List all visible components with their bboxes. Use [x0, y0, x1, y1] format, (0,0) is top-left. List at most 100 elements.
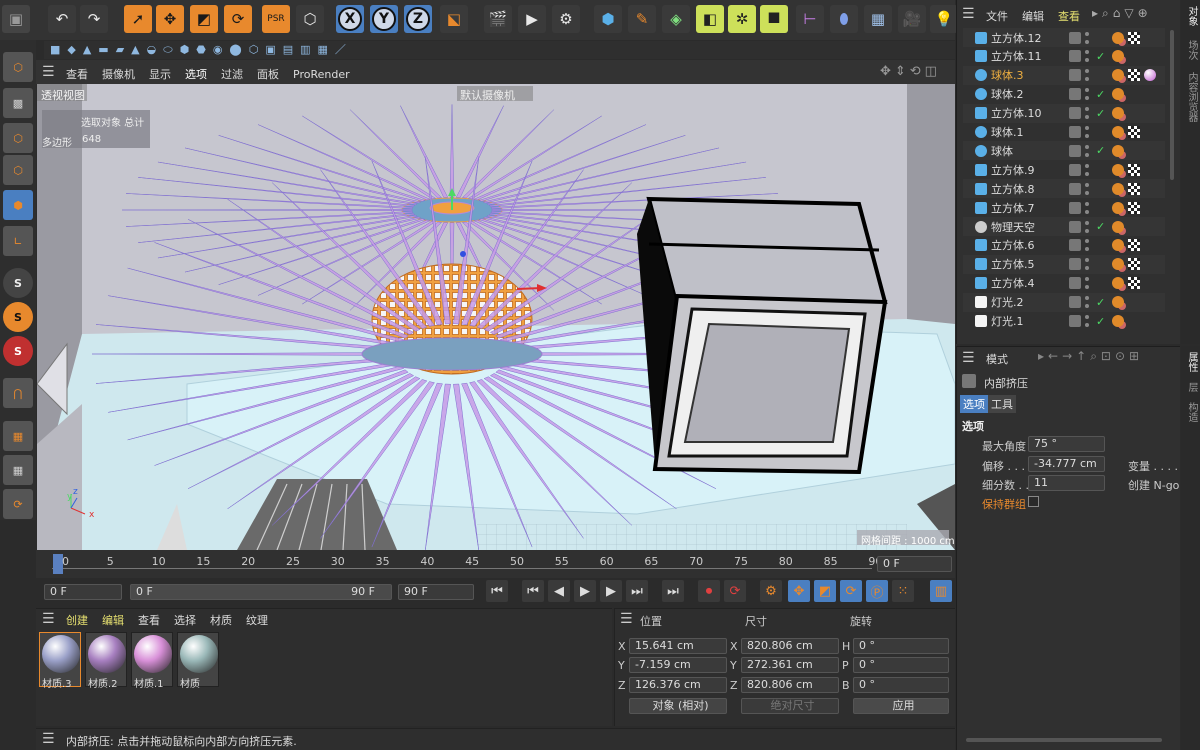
side-tab-objects[interactable]: 对象 [1184, 6, 1199, 26]
menu-panel[interactable]: 面板 [257, 68, 279, 81]
visibility-dots[interactable] [1085, 277, 1090, 290]
edge-mode-button[interactable]: ⬡ [3, 155, 33, 185]
texture-tag-icon[interactable] [1128, 182, 1140, 195]
key-pla-button[interactable]: ⁙ [892, 580, 914, 602]
render-view-button[interactable]: 🎬 [484, 5, 512, 33]
enabled-check-icon[interactable]: ✓ [1096, 31, 1108, 44]
key-scale-button[interactable]: ◩ [814, 580, 836, 602]
material-swatch[interactable]: 材质.3 [39, 632, 81, 690]
menu-filter[interactable]: 过滤 [221, 68, 243, 81]
mat-menu-create[interactable]: 创建 [66, 614, 88, 627]
render-settings-button[interactable]: ⚙ [552, 5, 580, 33]
obj-menu-view[interactable]: 查看 [1058, 10, 1080, 23]
enabled-check-icon[interactable]: ✓ [1096, 258, 1108, 271]
axis-lock-y-button[interactable]: Y [370, 5, 398, 33]
subdivision-button[interactable]: ◈ [662, 5, 690, 33]
polygon-mode-button[interactable]: ⬢ [3, 190, 33, 220]
camera-button[interactable]: 🎥 [898, 5, 926, 33]
phong-tag-icon[interactable] [1112, 239, 1124, 252]
object-row[interactable]: 球体 ✓ [963, 141, 1165, 161]
goto-start-button[interactable]: ⏮ [486, 580, 508, 602]
object-row[interactable]: 球体.3 ✓ [963, 65, 1165, 85]
material-swatch[interactable]: 材质.1 [131, 632, 173, 690]
layer-icon[interactable] [1069, 69, 1081, 82]
object-row[interactable]: 立方体.8 ✓ [963, 179, 1165, 199]
object-row[interactable]: 灯光.1 ✓ [963, 312, 1165, 331]
model-mode-button[interactable]: ⬡ [3, 52, 33, 82]
obj-menu-edit[interactable]: 编辑 [1022, 10, 1044, 23]
layer-icon[interactable] [1069, 126, 1081, 138]
move-tool-button[interactable]: ✥ [156, 5, 184, 33]
coord-system-button[interactable]: ⬕ [440, 5, 468, 33]
mat-menu-edit[interactable]: 编辑 [102, 614, 124, 627]
phong-tag-icon[interactable] [1112, 126, 1124, 138]
layer-icon[interactable] [1069, 277, 1081, 290]
mat-menu-view[interactable]: 查看 [138, 614, 160, 627]
goto-end-button[interactable]: ⏭ [662, 580, 684, 602]
object-row[interactable]: 立方体.4 ✓ [963, 274, 1165, 293]
enabled-check-icon[interactable]: ✓ [1096, 315, 1108, 328]
menu-prorender[interactable]: ProRender [293, 68, 350, 81]
light-button[interactable]: 💡 [930, 5, 958, 33]
enabled-check-icon[interactable]: ✓ [1096, 126, 1108, 139]
start-frame-field[interactable]: 0 F [44, 584, 122, 600]
phong-tag-icon[interactable] [1112, 315, 1124, 327]
select-tool-button[interactable]: ➚ [124, 5, 152, 33]
visibility-dots[interactable] [1085, 88, 1090, 101]
phong-tag-icon[interactable] [1112, 182, 1124, 195]
layer-icon[interactable] [1069, 258, 1081, 271]
next-frame-button[interactable]: ▶ [600, 580, 622, 602]
scale-tool-button[interactable]: ◩ [190, 5, 218, 33]
phong-tag-icon[interactable] [1112, 144, 1124, 157]
visibility-dots[interactable] [1085, 201, 1090, 214]
range-slider[interactable]: 0 F 90 F [130, 584, 392, 600]
key-move-button[interactable]: ✥ [788, 580, 810, 602]
subdiv-field[interactable]: 11 [1028, 475, 1105, 491]
layer-icon[interactable] [1069, 220, 1081, 233]
camera-label[interactable]: 默认摄像机 [460, 87, 515, 103]
object-row[interactable]: 立方体.11 ✓ [963, 47, 1165, 66]
max-angle-field[interactable]: 75 ° [1028, 436, 1105, 452]
enabled-check-icon[interactable]: ✓ [1096, 296, 1108, 309]
layer-icon[interactable] [1069, 31, 1081, 44]
attr-mode-menu[interactable]: 模式 [986, 351, 1008, 367]
phong-tag-icon[interactable] [1112, 163, 1124, 176]
object-row[interactable]: 立方体.5 ✓ [963, 254, 1165, 274]
viewport[interactable]: 透视视图 默认摄像机 选取对象 总计 多边形 648 网格间距 : 1000 c… [37, 84, 955, 550]
size-z-field[interactable]: 820.806 cm [741, 677, 839, 693]
object-row[interactable]: 物理天空 ✓ [963, 217, 1165, 236]
side-tab-attributes[interactable]: 属性 [1184, 352, 1199, 372]
apply-button[interactable]: 应用 [853, 698, 949, 714]
workplane-button[interactable]: ▦ [3, 421, 33, 451]
enabled-check-icon[interactable]: ✓ [1096, 88, 1108, 101]
snap-s1-button[interactable]: S [3, 268, 33, 298]
pen-tool-button[interactable]: ✎ [628, 5, 656, 33]
texture-tag-icon[interactable] [1128, 201, 1140, 214]
size-y-field[interactable]: 272.361 cm [741, 657, 839, 673]
render-button[interactable]: ▶ [518, 5, 546, 33]
texture-mode-button[interactable]: ▩ [3, 88, 33, 118]
phong-tag-icon[interactable] [1112, 31, 1124, 44]
menu-display[interactable]: 显示 [149, 68, 171, 81]
autokey-button[interactable]: ⟳ [724, 580, 746, 602]
prev-key-button[interactable]: ⏮ [522, 580, 544, 602]
object-row[interactable]: 立方体.12 ✓ [963, 28, 1165, 47]
layer-icon[interactable] [1069, 182, 1081, 195]
record-button[interactable]: ⏺ [698, 580, 720, 602]
object-row[interactable]: 立方体.6 ✓ [963, 236, 1165, 255]
psr-button[interactable]: PSR [262, 5, 290, 33]
layer-icon[interactable] [1069, 107, 1081, 120]
attr-tab-tool[interactable]: 工具 [988, 395, 1016, 413]
visibility-dots[interactable] [1085, 182, 1090, 195]
layer-icon[interactable] [1069, 315, 1081, 327]
mat-menu-select[interactable]: 选择 [174, 614, 196, 627]
texture-tag-icon[interactable] [1128, 277, 1140, 290]
attr-scrollbar[interactable] [966, 738, 1162, 742]
enabled-check-icon[interactable]: ✓ [1096, 277, 1108, 290]
visibility-dots[interactable] [1085, 126, 1090, 138]
side-tab-structure[interactable]: 构造 [1184, 402, 1199, 422]
side-tab-layers[interactable]: 层 [1184, 382, 1199, 392]
side-tab-content-browser[interactable]: 内容浏览器 [1184, 72, 1199, 122]
key-param-button[interactable]: Ⓟ [866, 580, 888, 602]
rotate-tool-button[interactable]: ⟳ [224, 5, 252, 33]
